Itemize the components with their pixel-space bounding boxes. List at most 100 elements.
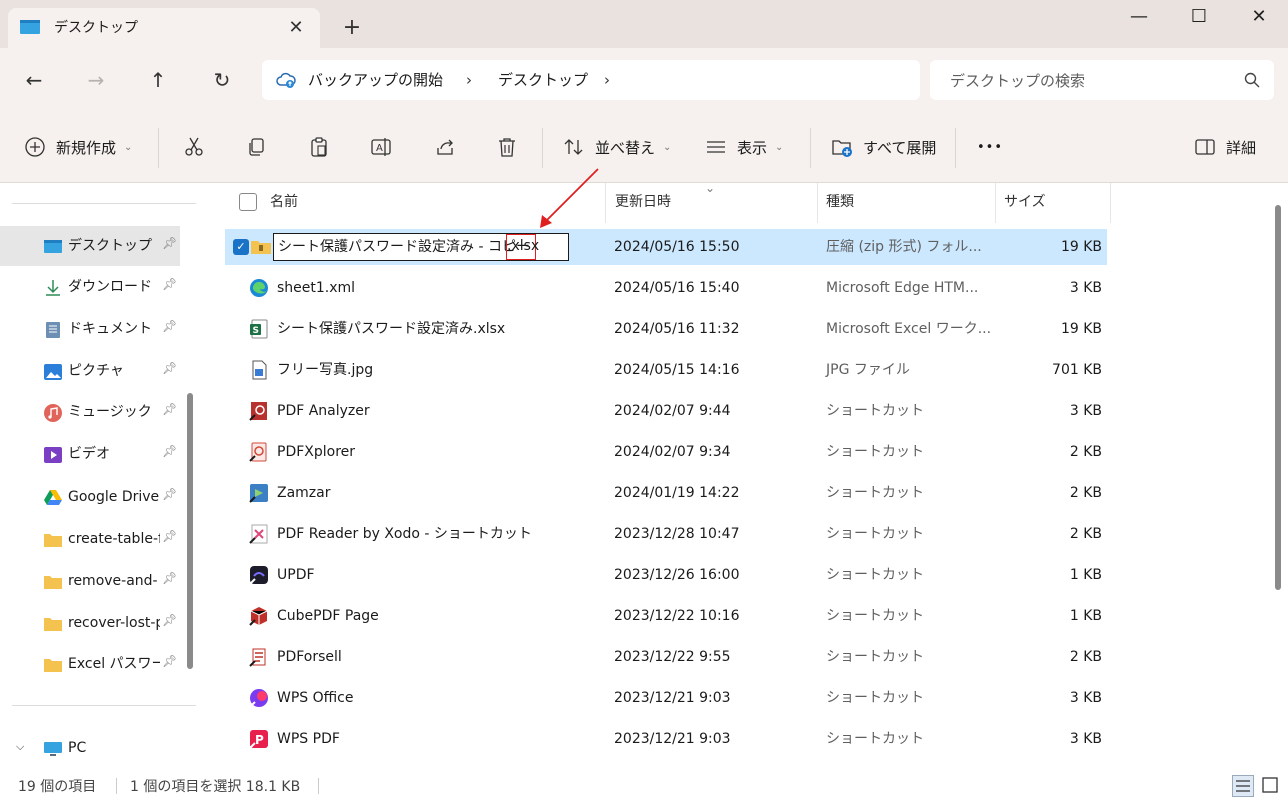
- size-cell: 2 KB: [1069, 526, 1102, 542]
- up-button[interactable]: ↑: [142, 64, 174, 96]
- folder-icon: [44, 534, 62, 547]
- sidebar-item-music[interactable]: ミュージック 📌︎: [0, 392, 180, 432]
- more-options-button[interactable]: •••: [977, 134, 1003, 160]
- table-row[interactable]: WPS Office 2023/12/21 9:03 ショートカット 3 KB: [225, 680, 1107, 716]
- video-icon: [44, 447, 62, 463]
- table-row[interactable]: CubePDF Page 2023/12/22 10:16 ショートカット 1 …: [225, 598, 1107, 634]
- zamzar-icon: [249, 484, 268, 503]
- breadcrumb-desktop[interactable]: デスクトップ: [498, 70, 588, 90]
- pin-icon[interactable]: 📌︎: [162, 654, 177, 668]
- command-bar: 新規作成 ⌄ A 並べ替え ⌄ 表示 ⌄ すべて展開 ••• 詳細: [0, 112, 1288, 183]
- row-checkbox[interactable]: ✓: [233, 239, 249, 255]
- column-header-name[interactable]: 名前: [270, 191, 298, 229]
- maximize-button[interactable]: ☐: [1168, 0, 1230, 34]
- table-row[interactable]: フリー写真.jpg 2024/05/15 14:16 JPG ファイル 701 …: [225, 352, 1107, 388]
- xodo-icon: [249, 524, 268, 544]
- column-header-type[interactable]: 種類: [826, 191, 854, 229]
- forward-button[interactable]: →: [80, 64, 112, 96]
- column-divider[interactable]: [995, 183, 996, 223]
- close-window-button[interactable]: ✕: [1228, 0, 1288, 34]
- pin-icon[interactable]: 📌︎: [162, 319, 177, 333]
- minimize-button[interactable]: —: [1108, 0, 1170, 34]
- breadcrumb-chevron-icon[interactable]: ›: [604, 70, 610, 90]
- table-row[interactable]: ✓ シート保護パスワード設定済み - コピー .xlsx 2024/05/16 …: [225, 229, 1107, 265]
- type-cell: Microsoft Excel ワーク...: [826, 321, 992, 337]
- breadcrumb-chevron-icon[interactable]: ›: [466, 70, 472, 90]
- chevron-down-icon[interactable]: ⌵: [16, 740, 24, 754]
- tab-close-icon[interactable]: ✕: [284, 16, 308, 40]
- pin-icon[interactable]: 📌︎: [162, 571, 177, 585]
- table-row[interactable]: sheet1.xml 2024/05/16 15:40 Microsoft Ed…: [225, 270, 1107, 306]
- breadcrumb-backup[interactable]: バックアップの開始: [308, 70, 443, 90]
- table-row[interactable]: P WPS PDF 2023/12/21 9:03 ショートカット 3 KB: [225, 721, 1107, 757]
- pin-icon[interactable]: 📌︎: [162, 444, 177, 458]
- search-box[interactable]: デスクトップの検索: [930, 60, 1274, 100]
- new-tab-button[interactable]: +: [338, 14, 366, 42]
- details-button[interactable]: 詳細: [1194, 134, 1256, 160]
- details-view-icon[interactable]: [1232, 775, 1254, 797]
- new-button[interactable]: 新規作成 ⌄: [24, 134, 132, 160]
- delete-button[interactable]: [496, 134, 518, 160]
- type-cell: ショートカット: [826, 403, 924, 419]
- pin-icon[interactable]: 📌︎: [162, 402, 177, 416]
- sidebar-item-videos[interactable]: ビデオ 📌︎: [0, 434, 180, 474]
- column-divider[interactable]: [817, 183, 818, 223]
- column-divider[interactable]: [1110, 183, 1111, 223]
- pin-icon[interactable]: 📌︎: [162, 277, 177, 291]
- type-cell: ショートカット: [826, 690, 924, 706]
- rename-field[interactable]: シート保護パスワード設定済み - コピー .xlsx: [273, 233, 569, 261]
- back-button[interactable]: ←: [18, 64, 50, 96]
- rename-button[interactable]: A: [370, 134, 392, 160]
- file-name: フリー写真.jpg: [277, 362, 374, 378]
- sidebar-item-downloads[interactable]: ダウンロード 📌︎: [0, 267, 180, 307]
- table-row[interactable]: PDF Reader by Xodo - ショートカット 2023/12/28 …: [225, 516, 1107, 552]
- cut-button[interactable]: [183, 134, 205, 160]
- pin-icon[interactable]: 📌︎: [162, 529, 177, 543]
- pin-icon[interactable]: 📌︎: [162, 361, 177, 375]
- table-row[interactable]: UPDF 2023/12/26 16:00 ショートカット 1 KB: [225, 557, 1107, 593]
- type-cell: JPG ファイル: [826, 362, 910, 378]
- pin-icon[interactable]: 📌︎: [162, 236, 177, 250]
- clipboard-icon: [311, 137, 327, 157]
- sort-button[interactable]: 並べ替え ⌄: [563, 134, 671, 160]
- sidebar-item-folder[interactable]: create-table-f 📌︎: [0, 519, 180, 559]
- sidebar-item-label: Google Drive: [68, 489, 160, 505]
- sidebar-item-folder[interactable]: recover-lost-p 📌︎: [0, 603, 180, 643]
- size-cell: 3 KB: [1069, 731, 1102, 747]
- share-button[interactable]: [434, 134, 456, 160]
- refresh-button[interactable]: ↻: [206, 64, 238, 96]
- paste-button[interactable]: [308, 134, 330, 160]
- view-button[interactable]: 表示 ⌄: [705, 134, 783, 160]
- tiles-view-icon[interactable]: [1260, 775, 1280, 795]
- sidebar-scrollbar[interactable]: [187, 393, 193, 669]
- sidebar-item-desktop[interactable]: デスクトップ 📌︎: [0, 226, 180, 266]
- table-row[interactable]: PDForsell 2023/12/22 9:55 ショートカット 2 KB: [225, 639, 1107, 675]
- sidebar-item-pc[interactable]: ⌵ PC: [0, 728, 180, 768]
- table-row[interactable]: PDFXplorer 2024/02/07 9:34 ショートカット 2 KB: [225, 434, 1107, 470]
- file-list-scrollbar[interactable]: [1275, 205, 1281, 590]
- extract-all-button[interactable]: すべて展開: [831, 134, 936, 160]
- size-cell: 19 KB: [1060, 239, 1102, 255]
- file-list: 名前 ⌄ 更新日時 種類 サイズ ✓ シート保護パスワード設定済み - コピー …: [205, 183, 1280, 770]
- sidebar-item-folder[interactable]: remove-and- 📌︎: [0, 561, 180, 601]
- selection-info: 1 個の項目を選択 18.1 KB: [130, 779, 301, 795]
- tab-desktop[interactable]: デスクトップ ✕: [8, 8, 320, 48]
- select-all-checkbox[interactable]: [239, 193, 257, 211]
- address-bar[interactable]: バックアップの開始 › デスクトップ ›: [262, 60, 920, 100]
- sidebar-item-google-drive[interactable]: Google Drive 📌︎: [0, 477, 180, 517]
- table-row[interactable]: PDF Analyzer 2024/02/07 9:44 ショートカット 3 K…: [225, 393, 1107, 429]
- table-row[interactable]: Zamzar 2024/01/19 14:22 ショートカット 2 KB: [225, 475, 1107, 511]
- copy-button[interactable]: [246, 134, 268, 160]
- pin-icon[interactable]: 📌︎: [162, 487, 177, 501]
- file-name: WPS Office: [277, 690, 354, 706]
- table-row[interactable]: S シート保護パスワード設定済み.xlsx 2024/05/16 11:32 M…: [225, 311, 1107, 347]
- sidebar-item-documents[interactable]: ドキュメント 📌︎: [0, 309, 180, 349]
- sidebar-item-folder[interactable]: Excel パスワード 📌︎: [0, 644, 180, 684]
- type-cell: ショートカット: [826, 731, 924, 747]
- scissors-icon: [185, 137, 203, 156]
- column-header-size[interactable]: サイズ: [1004, 191, 1046, 229]
- sidebar-item-pictures[interactable]: ピクチャ 📌︎: [0, 351, 180, 391]
- pin-icon[interactable]: 📌︎: [162, 613, 177, 627]
- column-header-date[interactable]: 更新日時: [615, 191, 671, 229]
- search-input[interactable]: デスクトップの検索: [950, 70, 1085, 91]
